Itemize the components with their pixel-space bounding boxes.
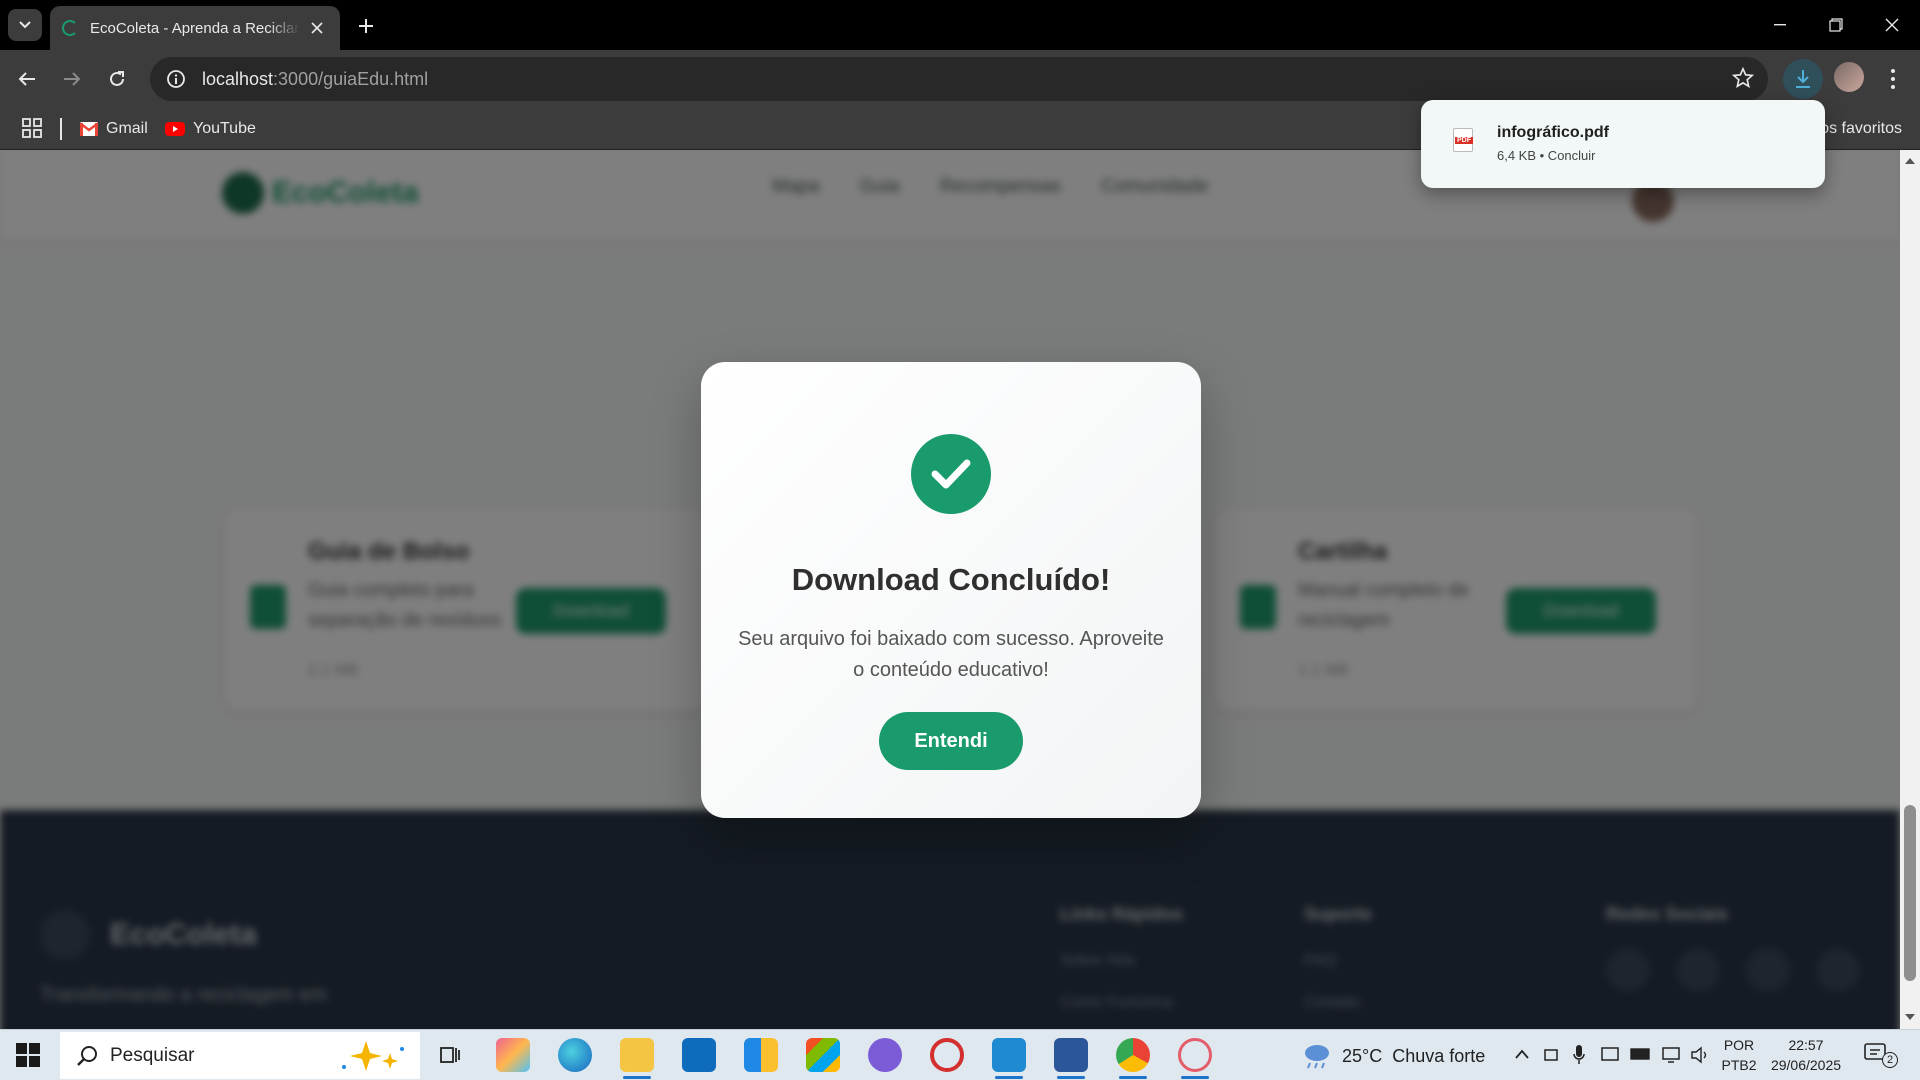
reload-button[interactable] <box>100 62 134 96</box>
tab-close-button[interactable] <box>306 17 328 39</box>
arrow-right-icon <box>64 72 81 86</box>
bookmark-separator <box>60 118 62 140</box>
restore-button[interactable] <box>1808 0 1864 50</box>
bookmark-label: YouTube <box>193 120 256 137</box>
page-viewport: EcoColeta Mapa Guia Recompensas Comunida… <box>0 150 1920 1029</box>
running-indicator <box>1181 1076 1209 1079</box>
bookmark-gmail[interactable]: Gmail <box>80 118 148 140</box>
outlook-icon[interactable] <box>682 1038 716 1072</box>
search-placeholder: Pesquisar <box>110 1044 195 1066</box>
running-indicator <box>623 1076 651 1079</box>
minimize-button[interactable] <box>1752 0 1808 50</box>
copilot-app-icon[interactable] <box>496 1038 530 1072</box>
bookmark-label: Gmail <box>106 120 148 137</box>
search-icon <box>77 1045 97 1066</box>
close-icon <box>311 22 323 34</box>
apps-button[interactable] <box>22 118 42 143</box>
scroll-down-arrow-icon[interactable] <box>1905 1014 1915 1020</box>
input-language[interactable]: POR PTB2 <box>1720 1035 1758 1075</box>
arrow-left-icon <box>18 72 35 86</box>
downloads-button[interactable] <box>1783 59 1823 99</box>
confirm-button[interactable]: Entendi <box>879 712 1023 770</box>
check-circle-icon <box>911 434 991 514</box>
weather-desc: Chuva forte <box>1392 1045 1486 1066</box>
page-scrollbar[interactable] <box>1900 150 1920 1029</box>
pdf-file-icon: PDF <box>1453 128 1473 152</box>
info-icon <box>167 70 185 88</box>
running-indicator <box>995 1076 1023 1079</box>
loading-icon <box>62 20 78 36</box>
windows-taskbar: Pesquisar 25°C Chuva forte POR PTB2 22:57… <box>0 1029 1920 1080</box>
modal-message: Seu arquivo foi baixado com sucesso. Apr… <box>738 628 1164 681</box>
word-icon[interactable] <box>1054 1038 1088 1072</box>
download-status: 6,4 KB • Concluir <box>1497 148 1596 163</box>
camera-icon[interactable] <box>1542 1046 1560 1064</box>
tab-search-button[interactable] <box>8 9 42 41</box>
microphone-icon[interactable] <box>1572 1044 1586 1066</box>
chat-app-icon[interactable] <box>868 1038 902 1072</box>
opera-browser-icon[interactable] <box>930 1038 964 1072</box>
copilot-sparkle-icon <box>342 1040 404 1071</box>
snipping-tool-icon[interactable] <box>1178 1038 1212 1072</box>
vscode-icon[interactable] <box>992 1038 1026 1072</box>
url-text: localhost:3000/guiaEdu.html <box>202 68 429 89</box>
bookmark-youtube[interactable]: YouTube <box>165 118 256 140</box>
weather-temp: 25°C <box>1342 1045 1383 1066</box>
minimize-icon <box>1774 24 1786 26</box>
site-info-button[interactable] <box>156 59 196 99</box>
battery-icon[interactable] <box>1630 1048 1652 1060</box>
display-icon[interactable] <box>1600 1045 1620 1065</box>
gmail-icon <box>80 122 98 136</box>
window-close-button[interactable] <box>1864 0 1920 50</box>
browser-menu-button[interactable] <box>1880 64 1906 94</box>
checkmark-icon <box>931 459 971 489</box>
active-tab[interactable]: EcoColeta - Aprenda a Reciclar e <box>50 6 340 50</box>
chrome-icon[interactable] <box>1116 1038 1150 1072</box>
download-filename[interactable]: infográfico.pdf <box>1497 124 1609 142</box>
profile-avatar[interactable] <box>1834 62 1864 92</box>
running-indicator <box>1057 1076 1085 1079</box>
tab-strip: EcoColeta - Aprenda a Reciclar e <box>0 0 1920 50</box>
microsoft-store-icon[interactable] <box>806 1038 840 1072</box>
restore-icon <box>1829 18 1843 32</box>
power-bi-icon[interactable] <box>744 1038 778 1072</box>
back-button[interactable] <box>10 62 44 96</box>
tab-title: EcoColeta - Aprenda a Reciclar e <box>90 19 300 37</box>
notification-count: 2 <box>1882 1052 1898 1068</box>
windows-start-button[interactable] <box>16 1043 40 1067</box>
taskbar-search[interactable]: Pesquisar <box>60 1032 420 1079</box>
running-indicator <box>1119 1076 1147 1079</box>
youtube-icon <box>165 122 185 136</box>
download-bubble[interactable]: PDF infográfico.pdf 6,4 KB • Concluir <box>1421 100 1825 188</box>
all-bookmarks-label[interactable]: os favoritos <box>1820 120 1902 138</box>
new-tab-button[interactable] <box>352 12 380 40</box>
forward-button[interactable] <box>55 62 89 96</box>
scrollbar-thumb[interactable] <box>1904 805 1916 981</box>
chevron-down-icon <box>19 21 31 29</box>
file-explorer-icon[interactable] <box>620 1038 654 1072</box>
star-icon <box>1731 66 1755 88</box>
network-icon[interactable] <box>1660 1045 1682 1065</box>
edge-browser-icon[interactable] <box>558 1038 592 1072</box>
apps-grid-icon <box>22 118 42 138</box>
window-controls <box>1752 0 1920 50</box>
notification-center-button[interactable]: 2 <box>1864 1042 1898 1068</box>
clock[interactable]: 22:57 29/06/2025 <box>1764 1035 1848 1075</box>
reload-icon <box>110 71 124 86</box>
rain-cloud-icon <box>1305 1045 1329 1069</box>
download-icon <box>1796 70 1810 88</box>
close-icon <box>1885 18 1899 32</box>
weather-widget[interactable]: 25°C Chuva forte <box>1302 1043 1485 1069</box>
bookmark-star-button[interactable] <box>1731 66 1755 94</box>
volume-icon[interactable] <box>1690 1046 1712 1064</box>
scroll-up-arrow-icon[interactable] <box>1905 158 1915 164</box>
chevron-up-icon[interactable] <box>1514 1048 1530 1060</box>
download-success-modal: Download Concluído! Seu arquivo foi baix… <box>701 362 1201 818</box>
plus-icon <box>359 19 373 33</box>
modal-title: Download Concluído! <box>791 562 1111 597</box>
address-bar[interactable]: localhost:3000/guiaEdu.html <box>150 57 1768 101</box>
task-view-icon[interactable] <box>432 1038 466 1072</box>
